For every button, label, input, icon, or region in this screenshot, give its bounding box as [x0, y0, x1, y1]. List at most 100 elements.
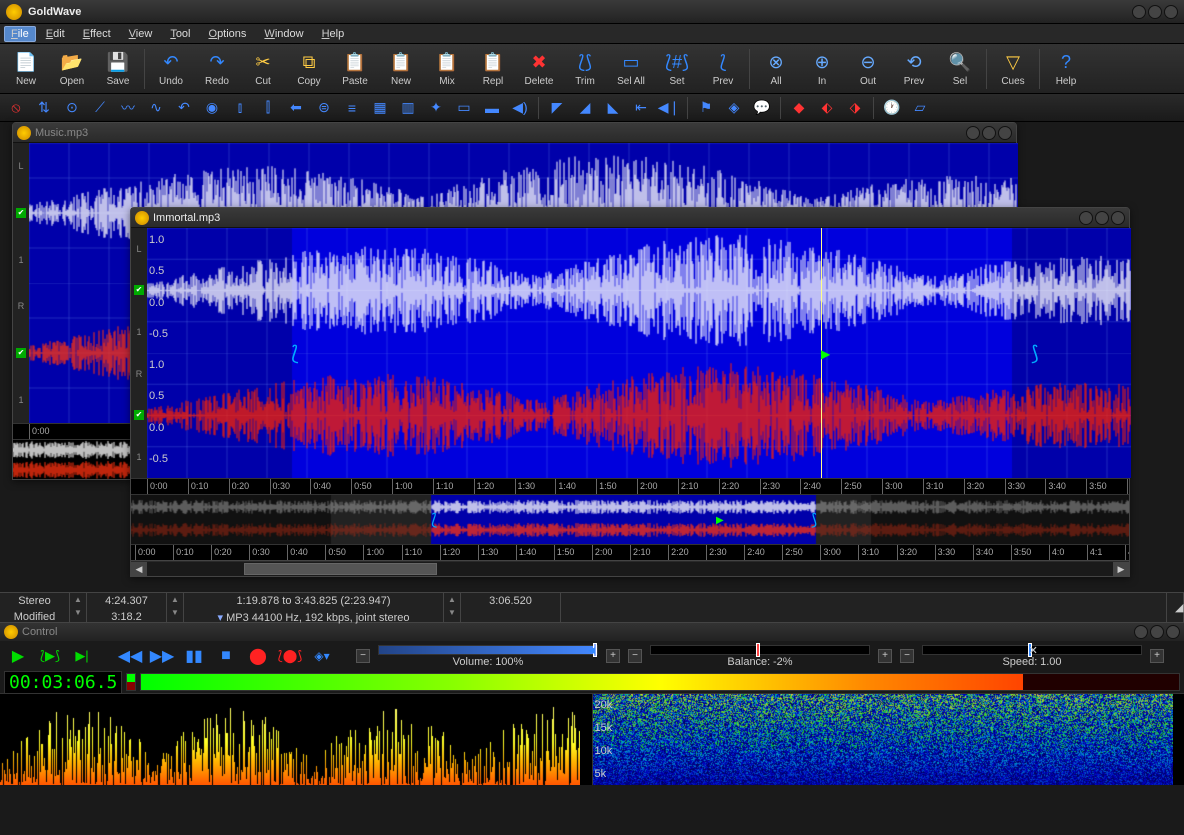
- delete-button[interactable]: ✖Delete: [517, 46, 561, 92]
- zoom-prev-button[interactable]: ⟲Prev: [892, 46, 936, 92]
- prev-sel-button[interactable]: ⟅Prev: [701, 46, 745, 92]
- zoom-out-button[interactable]: ⊖Out: [846, 46, 890, 92]
- scroll-right[interactable]: ▶: [1113, 562, 1129, 576]
- menu-options[interactable]: Options: [201, 26, 255, 42]
- rewind-button[interactable]: ◀◀: [118, 644, 142, 668]
- trim-button[interactable]: ⟅⟆Trim: [563, 46, 607, 92]
- effect-volup-button[interactable]: ◀❘: [657, 97, 681, 119]
- redo-button[interactable]: ↷Redo: [195, 46, 239, 92]
- maximize-button[interactable]: [1148, 5, 1162, 19]
- replace-button[interactable]: 📋Repl: [471, 46, 515, 92]
- effect-diamond-button[interactable]: ◈: [722, 97, 746, 119]
- effect-line-button[interactable]: ⟋: [88, 97, 112, 119]
- effect-cutl-button[interactable]: ◤: [545, 97, 569, 119]
- overview[interactable]: ⟅⟆▶: [131, 494, 1129, 544]
- effect-updown-button[interactable]: ⇅: [32, 97, 56, 119]
- left-channel-toggle[interactable]: ✔: [134, 285, 144, 295]
- volume-slider[interactable]: ◀: [378, 645, 598, 655]
- set-button[interactable]: ⟅#⟆Set: [655, 46, 699, 92]
- play-button[interactable]: ▶: [6, 644, 30, 668]
- pause-button[interactable]: ▮▮: [182, 644, 206, 668]
- effect-chat2-button[interactable]: ▱: [908, 97, 932, 119]
- zoom-in-button[interactable]: ⊕In: [800, 46, 844, 92]
- overview-ruler[interactable]: 0:000:100:200:300:400:501:001:101:201:30…: [131, 544, 1129, 560]
- effect-rgb-button[interactable]: ▥: [396, 97, 420, 119]
- effect-circle-button[interactable]: ◉: [200, 97, 224, 119]
- effect-fadeout-button[interactable]: ◣: [601, 97, 625, 119]
- play-loop-button[interactable]: ▶|: [70, 644, 94, 668]
- effect-flag1-button[interactable]: ⚑: [694, 97, 718, 119]
- effect-speaker-button[interactable]: ◀): [508, 97, 532, 119]
- zoom-all-button[interactable]: ⊗All: [754, 46, 798, 92]
- copy-button[interactable]: ⧉Copy: [287, 46, 331, 92]
- control-minimize[interactable]: [1134, 625, 1148, 639]
- mix-button[interactable]: 📋Mix: [425, 46, 469, 92]
- effect-color-button[interactable]: ▬: [480, 97, 504, 119]
- effect-undo2-button[interactable]: ↶: [172, 97, 196, 119]
- play-selection-button[interactable]: ⟅▶⟆: [38, 644, 62, 668]
- effect-chat-button[interactable]: 💬: [750, 97, 774, 119]
- volume-down-button[interactable]: −: [356, 649, 370, 663]
- menu-window[interactable]: Window: [256, 26, 311, 42]
- options-button[interactable]: ◈▾: [310, 644, 334, 668]
- effect-rainbow-button[interactable]: ▦: [368, 97, 392, 119]
- minimize-button[interactable]: [1132, 5, 1146, 19]
- selection-end-handle[interactable]: ⟆: [1031, 228, 1039, 478]
- win-minimize[interactable]: [966, 126, 980, 140]
- selection-start-handle[interactable]: ⟅: [291, 228, 299, 478]
- status-grip[interactable]: ◢: [1167, 593, 1184, 622]
- waveform-view[interactable]: L✔1R✔11.00.50.0-0.51.00.50.0-0.5⟅⟆▶: [131, 228, 1129, 478]
- win-close[interactable]: [1111, 211, 1125, 225]
- control-maximize[interactable]: [1150, 625, 1164, 639]
- effect-splitc-button[interactable]: ⊜: [312, 97, 336, 119]
- effect-splitv-button[interactable]: ⫾: [228, 97, 252, 119]
- help-button[interactable]: ?Help: [1044, 46, 1088, 92]
- forward-button[interactable]: ▶▶: [150, 644, 174, 668]
- menu-edit[interactable]: Edit: [38, 26, 73, 42]
- record-button[interactable]: ⬤: [246, 644, 270, 668]
- effect-red2-button[interactable]: ⬖: [815, 97, 839, 119]
- folder-button[interactable]: 📂Open: [50, 46, 94, 92]
- effect-wave-button[interactable]: 〰: [116, 97, 140, 119]
- effect-box-button[interactable]: ▭: [452, 97, 476, 119]
- file-button[interactable]: 📄New: [4, 46, 48, 92]
- left-channel-toggle[interactable]: ✔: [16, 208, 26, 218]
- effect-fadein-button[interactable]: ◢: [573, 97, 597, 119]
- volume-up-button[interactable]: +: [606, 649, 620, 663]
- right-channel-toggle[interactable]: ✔: [134, 410, 144, 420]
- win-maximize[interactable]: [1095, 211, 1109, 225]
- effect-no-button[interactable]: ⦸: [4, 97, 28, 119]
- menu-view[interactable]: View: [121, 26, 161, 42]
- win-close[interactable]: [998, 126, 1012, 140]
- cut-button[interactable]: ✂Cut: [241, 46, 285, 92]
- close-button[interactable]: [1164, 5, 1178, 19]
- record-selection-button[interactable]: ⟅⬤⟆: [278, 644, 302, 668]
- speed-slider[interactable]: ✕: [922, 645, 1142, 655]
- effect-sine-button[interactable]: ∿: [144, 97, 168, 119]
- effect-eq-button[interactable]: ≡: [340, 97, 364, 119]
- undo-button[interactable]: ↶Undo: [149, 46, 193, 92]
- effect-splith-button[interactable]: ⫿: [256, 97, 280, 119]
- menu-help[interactable]: Help: [314, 26, 353, 42]
- effect-dot-button[interactable]: ⊙: [60, 97, 84, 119]
- stop-button[interactable]: ■: [214, 644, 238, 668]
- win-maximize[interactable]: [982, 126, 996, 140]
- effect-left-button[interactable]: ⬅: [284, 97, 308, 119]
- control-close[interactable]: [1166, 625, 1180, 639]
- speed-down-button[interactable]: −: [900, 649, 914, 663]
- select-all-button[interactable]: ▭Sel All: [609, 46, 653, 92]
- spinner-up[interactable]: ▲: [74, 595, 82, 604]
- effect-cross-button[interactable]: ✦: [424, 97, 448, 119]
- effect-red3-button[interactable]: ⬗: [843, 97, 867, 119]
- speed-up-button[interactable]: +: [1150, 649, 1164, 663]
- zoom-sel-button[interactable]: 🔍Sel: [938, 46, 982, 92]
- effect-red1-button[interactable]: ◆: [787, 97, 811, 119]
- scroll-thumb[interactable]: [244, 563, 437, 575]
- effect-clock-button[interactable]: 🕐: [880, 97, 904, 119]
- effect-skipl-button[interactable]: ⇤: [629, 97, 653, 119]
- paste-button[interactable]: 📋Paste: [333, 46, 377, 92]
- save-button[interactable]: 💾Save: [96, 46, 140, 92]
- balance-right-button[interactable]: +: [878, 649, 892, 663]
- menu-effect[interactable]: Effect: [75, 26, 119, 42]
- horizontal-scrollbar[interactable]: ◀▶: [131, 560, 1129, 576]
